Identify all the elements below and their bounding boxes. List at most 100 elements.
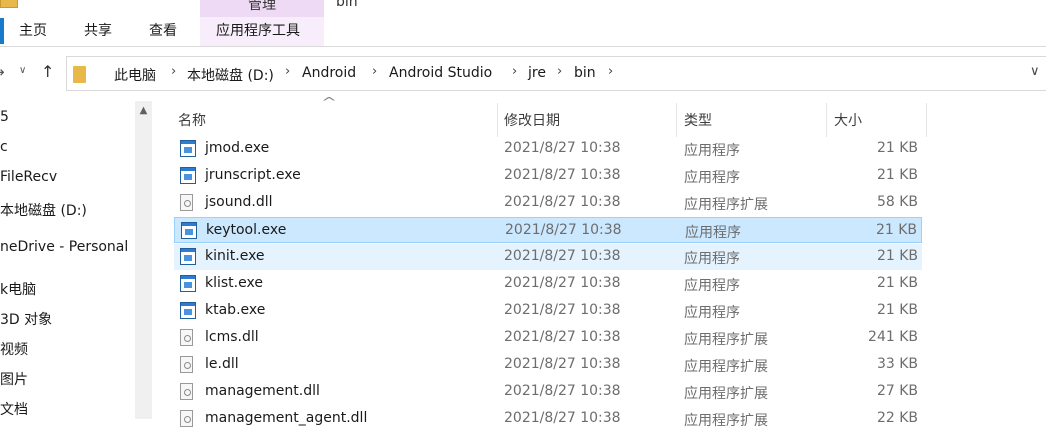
application-file-icon bbox=[180, 167, 196, 184]
file-row[interactable]: management_agent.dll 2021/8/27 10:38 应用程序扩… bbox=[174, 406, 922, 432]
file-row[interactable]: kinit.exe 2021/8/27 10:38 应用程序 21 KB bbox=[174, 244, 922, 270]
navigation-pane: 5 c FileRecv 本地磁盘 (D:) neDrive - Persona… bbox=[0, 101, 152, 419]
file-date: 2021/8/27 10:38 bbox=[504, 140, 621, 156]
column-header-size[interactable]: 大小 bbox=[834, 110, 862, 130]
column-divider[interactable] bbox=[926, 103, 927, 137]
file-name: ktab.exe bbox=[205, 302, 266, 318]
dll-file-icon bbox=[180, 329, 193, 346]
nav-item-videos[interactable]: 视频 bbox=[0, 339, 28, 359]
file-size: 21 KB bbox=[876, 302, 918, 318]
file-size: 58 KB bbox=[876, 194, 918, 210]
tab-app-tools[interactable]: 应用程序工具 bbox=[216, 20, 300, 40]
column-header-type[interactable]: 类型 bbox=[684, 110, 712, 130]
file-type: 应用程序 bbox=[685, 225, 741, 241]
nav-item-onedrive[interactable]: neDrive - Personal bbox=[0, 239, 128, 255]
application-file-icon bbox=[180, 275, 196, 292]
forward-icon[interactable]: → bbox=[0, 63, 5, 81]
tab-view[interactable]: 查看 bbox=[149, 20, 177, 40]
column-divider[interactable] bbox=[676, 103, 677, 137]
file-size: 21 KB bbox=[876, 140, 918, 156]
file-name: management_agent.dll bbox=[205, 410, 368, 426]
chevron-right-icon[interactable]: › bbox=[512, 64, 517, 79]
file-row[interactable]: keytool.exe 2021/8/27 10:38 应用程序 21 KB bbox=[174, 217, 922, 243]
dll-file-icon bbox=[180, 356, 193, 373]
nav-item-3d-objects[interactable]: 3D 对象 bbox=[0, 309, 52, 329]
nav-item-pictures[interactable]: 图片 bbox=[0, 369, 28, 389]
chevron-right-icon[interactable]: › bbox=[171, 64, 176, 79]
tab-home[interactable]: 主页 bbox=[19, 20, 47, 40]
file-name: lcms.dll bbox=[205, 329, 259, 345]
file-size: 21 KB bbox=[876, 275, 918, 291]
file-type: 应用程序 bbox=[684, 305, 740, 321]
scroll-up-arrow-icon[interactable]: ▲ bbox=[135, 101, 152, 118]
file-date: 2021/8/27 10:38 bbox=[504, 410, 621, 426]
chevron-right-icon[interactable]: › bbox=[557, 64, 562, 79]
nav-item[interactable]: c bbox=[0, 139, 8, 155]
file-type: 应用程序 bbox=[684, 143, 740, 159]
address-bar[interactable]: 此电脑 › 本地磁盘 (D:) › Android › Android Stud… bbox=[66, 56, 1046, 91]
file-row[interactable]: management.dll 2021/8/27 10:38 应用程序扩展 27 KB bbox=[174, 379, 922, 405]
file-row[interactable]: jsound.dll 2021/8/27 10:38 应用程序扩展 58 KB bbox=[174, 190, 922, 216]
file-name: management.dll bbox=[205, 383, 320, 399]
file-name: jsound.dll bbox=[205, 194, 273, 210]
file-row[interactable]: jrunscript.exe 2021/8/27 10:38 应用程序 21 KB bbox=[174, 163, 922, 189]
file-type: 应用程序扩展 bbox=[684, 413, 768, 429]
file-size: 21 KB bbox=[876, 248, 918, 264]
file-date: 2021/8/27 10:38 bbox=[504, 167, 621, 183]
file-date: 2021/8/27 10:38 bbox=[504, 194, 621, 210]
file-size: 27 KB bbox=[876, 383, 918, 399]
dll-file-icon bbox=[180, 383, 193, 400]
address-history-dropdown-icon[interactable]: ∨ bbox=[1030, 64, 1040, 79]
recent-locations-icon[interactable]: ∨ bbox=[19, 65, 26, 76]
column-divider[interactable] bbox=[826, 103, 827, 137]
breadcrumb-android-studio[interactable]: Android Studio bbox=[389, 65, 492, 81]
application-file-icon bbox=[180, 140, 196, 157]
file-date: 2021/8/27 10:38 bbox=[504, 248, 621, 264]
breadcrumb-drive-d[interactable]: 本地磁盘 (D:) bbox=[187, 65, 274, 85]
nav-item-this-pc[interactable]: k电脑 bbox=[0, 279, 36, 299]
chevron-right-icon[interactable]: › bbox=[608, 64, 613, 79]
ribbon: ▾ 管理 bin 主页 共享 查看 应用程序工具 bbox=[0, 0, 1046, 46]
file-row[interactable]: klist.exe 2021/8/27 10:38 应用程序 21 KB bbox=[174, 271, 922, 297]
tab-share[interactable]: 共享 bbox=[84, 20, 112, 40]
application-file-icon bbox=[180, 248, 196, 265]
column-divider[interactable] bbox=[497, 103, 498, 137]
nav-item[interactable]: 5 bbox=[0, 109, 9, 125]
folder-icon bbox=[73, 66, 86, 83]
file-name: keytool.exe bbox=[206, 222, 287, 238]
nav-scrollbar[interactable] bbox=[135, 101, 152, 419]
nav-item-documents[interactable]: 文档 bbox=[0, 399, 28, 419]
file-date: 2021/8/27 10:38 bbox=[504, 275, 621, 291]
file-type: 应用程序 bbox=[684, 278, 740, 294]
file-type: 应用程序扩展 bbox=[684, 386, 768, 402]
quick-access-dropdown-icon[interactable]: ▾ bbox=[30, 0, 35, 3]
file-name: klist.exe bbox=[205, 275, 263, 291]
file-size: 33 KB bbox=[876, 356, 918, 372]
file-date: 2021/8/27 10:38 bbox=[505, 222, 622, 238]
file-name: jrunscript.exe bbox=[205, 167, 301, 183]
chevron-right-icon[interactable]: › bbox=[372, 64, 377, 79]
file-date: 2021/8/27 10:38 bbox=[504, 383, 621, 399]
column-header-name[interactable]: 名称 bbox=[178, 110, 206, 130]
breadcrumb-jre[interactable]: jre bbox=[528, 65, 546, 81]
file-type: 应用程序 bbox=[684, 251, 740, 267]
file-size: 21 KB bbox=[876, 167, 918, 183]
folder-icon[interactable] bbox=[0, 0, 18, 8]
breadcrumb-bin[interactable]: bin bbox=[574, 65, 596, 81]
file-row[interactable]: lcms.dll 2021/8/27 10:38 应用程序扩展 241 KB bbox=[174, 325, 922, 351]
breadcrumb-this-pc[interactable]: 此电脑 bbox=[114, 65, 156, 85]
nav-item-drive-d[interactable]: 本地磁盘 (D:) bbox=[0, 200, 87, 220]
column-header-date[interactable]: 修改日期 bbox=[504, 110, 560, 130]
up-icon[interactable]: ↑ bbox=[41, 62, 54, 81]
file-name: jmod.exe bbox=[205, 140, 270, 156]
file-type: 应用程序扩展 bbox=[684, 359, 768, 375]
chevron-right-icon[interactable]: › bbox=[285, 64, 290, 79]
application-file-icon bbox=[181, 222, 197, 239]
contextual-tab-header: 管理 bbox=[200, 0, 324, 17]
breadcrumb-android[interactable]: Android bbox=[302, 65, 356, 81]
file-row[interactable]: jmod.exe 2021/8/27 10:38 应用程序 21 KB bbox=[174, 136, 922, 162]
file-row[interactable]: le.dll 2021/8/27 10:38 应用程序扩展 33 KB bbox=[174, 352, 922, 378]
file-row[interactable]: ktab.exe 2021/8/27 10:38 应用程序 21 KB bbox=[174, 298, 922, 324]
file-type: 应用程序 bbox=[684, 170, 740, 186]
nav-item[interactable]: FileRecv bbox=[0, 169, 57, 185]
